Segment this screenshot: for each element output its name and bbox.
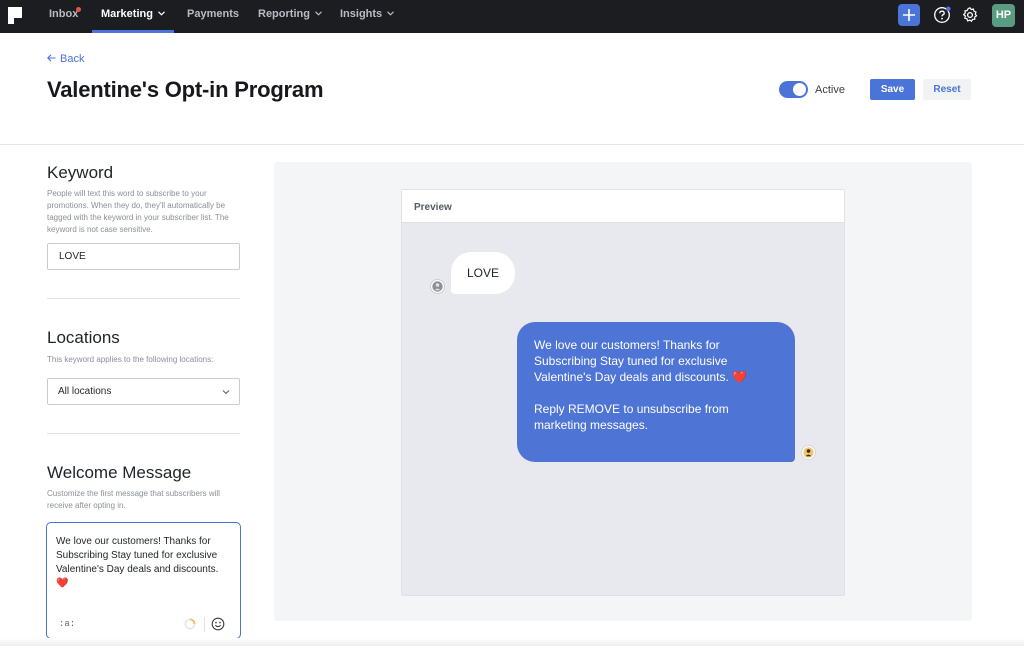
active-toggle-label: Active xyxy=(815,84,845,96)
nav-item-reporting[interactable]: Reporting xyxy=(258,0,322,33)
merge-tag-button[interactable]: :a: xyxy=(59,619,75,629)
welcome-message-textarea[interactable]: We love our customers! Thanks for Subscr… xyxy=(46,522,241,639)
bottom-edge xyxy=(0,638,1024,646)
gear-icon[interactable] xyxy=(961,6,979,24)
toggle-knob xyxy=(793,83,806,96)
nav-item-label: Reporting xyxy=(258,8,310,20)
nav-item-label: Payments xyxy=(187,8,239,20)
inbox-notification-dot xyxy=(76,7,81,12)
chevron-down-icon xyxy=(315,11,322,16)
toolbar-separator xyxy=(204,617,205,632)
active-toggle[interactable] xyxy=(779,81,808,98)
preview-header: Preview xyxy=(402,190,844,223)
add-button[interactable] xyxy=(898,4,920,26)
user-initials: HP xyxy=(995,9,1012,21)
nav-item-label: Marketing xyxy=(101,8,153,20)
outgoing-message-bubble: We love our customers! Thanks for Subscr… xyxy=(517,322,795,462)
back-link-label: Back xyxy=(60,53,85,65)
app-logo-icon[interactable] xyxy=(8,7,22,24)
person-icon xyxy=(432,281,443,292)
business-avatar xyxy=(801,445,816,460)
back-link[interactable]: Back xyxy=(47,53,84,65)
welcome-section-description: Customize the first message that subscri… xyxy=(47,489,220,510)
locations-select-value: All locations xyxy=(58,386,112,397)
subscriber-avatar xyxy=(430,279,445,294)
header-divider xyxy=(0,144,1024,145)
chevron-down-icon xyxy=(387,11,395,16)
top-nav: Inbox Marketing Payments Reporting Insig… xyxy=(0,0,1024,33)
keyword-section-description: People will text this word to subscribe … xyxy=(47,189,229,234)
locations-section-description: This keyword applies to the following lo… xyxy=(47,355,214,364)
outgoing-message-text: We love our customers! Thanks for Subscr… xyxy=(534,338,748,384)
unsubscribe-text: Reply REMOVE to unsubscribe from marketi… xyxy=(534,402,729,432)
keyword-section-title: Keyword xyxy=(47,163,114,182)
nav-item-marketing[interactable]: Marketing xyxy=(92,0,174,33)
help-icon[interactable] xyxy=(933,6,951,24)
incoming-message-bubble: LOVE xyxy=(451,252,515,294)
keyword-input[interactable]: LOVE xyxy=(47,243,240,270)
nav-item-label: Inbox xyxy=(49,8,79,20)
emoji-icon[interactable] xyxy=(211,617,225,631)
textarea-toolbar: :a: xyxy=(47,612,240,638)
arrow-left-icon xyxy=(47,54,56,62)
chevron-down-icon xyxy=(158,11,165,16)
incoming-message-text: LOVE xyxy=(466,266,499,280)
locations-section-title: Locations xyxy=(47,328,120,347)
chevron-down-icon xyxy=(222,390,230,395)
person-icon xyxy=(803,447,814,458)
plus-icon xyxy=(903,9,915,21)
nav-item-label: Insights xyxy=(340,8,383,20)
welcome-section-title: Welcome Message xyxy=(47,463,192,482)
user-avatar[interactable]: HP xyxy=(992,4,1015,27)
section-divider xyxy=(47,298,240,299)
section-divider xyxy=(47,433,240,434)
welcome-message-text: We love our customers! Thanks for Subscr… xyxy=(56,536,219,589)
nav-item-inbox[interactable]: Inbox xyxy=(49,0,78,33)
nav-item-payments[interactable]: Payments xyxy=(187,0,239,33)
save-button[interactable]: Save xyxy=(870,79,915,100)
character-count-ring-icon xyxy=(184,618,196,630)
locations-select[interactable]: All locations xyxy=(47,378,240,405)
preview-label: Preview xyxy=(414,202,452,213)
nav-item-insights[interactable]: Insights xyxy=(340,0,395,33)
page-title: Valentine's Opt-in Program xyxy=(47,77,324,102)
reset-button[interactable]: Reset xyxy=(923,79,971,100)
